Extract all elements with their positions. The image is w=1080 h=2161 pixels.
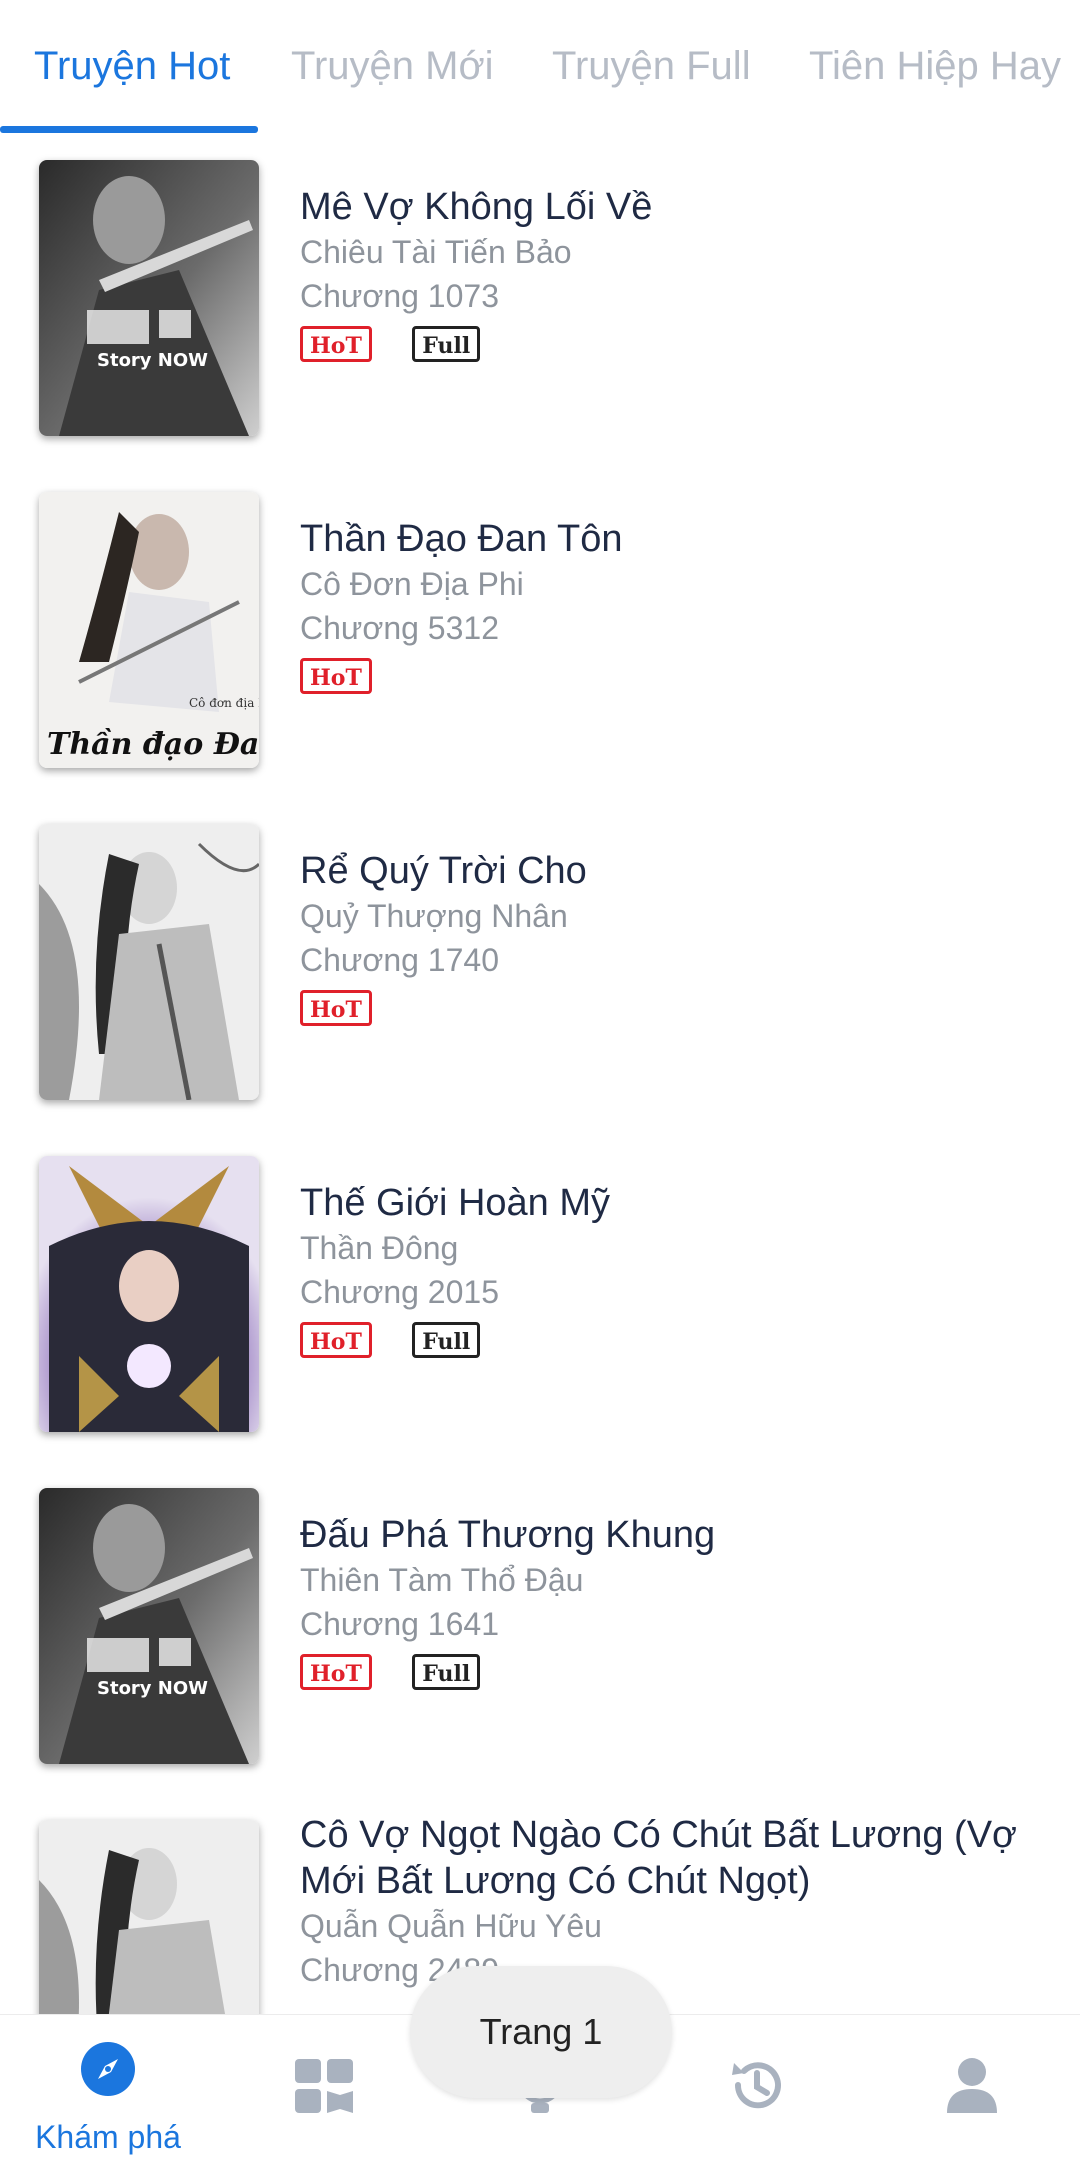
story-cover: [39, 824, 259, 1100]
hot-badge: HoT: [300, 1322, 372, 1358]
story-cover: [39, 1820, 259, 2014]
nav-explore-label: Khám phá: [35, 2119, 181, 2155]
story-cover: [39, 1156, 259, 1432]
story-author: Quỷ Thượng Nhân: [300, 898, 568, 934]
tab-tien-hiep-hay[interactable]: Tiên Hiệp Hay: [809, 44, 1061, 89]
story-chapter: Chương 1073: [300, 278, 499, 314]
hot-badge: HoT: [300, 658, 372, 694]
story-info: Thế Giới Hoàn Mỹ Thần Đông Chương 2015 H…: [300, 1180, 1040, 1364]
story-item[interactable]: Thế Giới Hoàn Mỹ Thần Đông Chương 2015 H…: [0, 1130, 1080, 1462]
story-title[interactable]: Thần Đạo Đan Tôn: [300, 516, 1040, 562]
story-title[interactable]: Cô Vợ Ngọt Ngào Có Chút Bất Lương (Vợ Mớ…: [300, 1812, 1040, 1904]
history-icon: [726, 2055, 786, 2120]
story-author: Thiên Tàm Thổ Đậu: [300, 1562, 584, 1598]
full-badge: Full: [412, 1654, 481, 1690]
story-author: Thần Đông: [300, 1230, 459, 1266]
story-item[interactable]: Story NOW Đấu Phá Thương Khung Thiên Tàm…: [0, 1462, 1080, 1794]
nav-explore[interactable]: Khám phá: [0, 2015, 216, 2161]
story-title[interactable]: Rể Quý Trời Cho: [300, 848, 1040, 894]
story-list: Story NOW Mê Vợ Không Lối Về Chiêu Tài T…: [0, 134, 1080, 2014]
hot-badge: HoT: [300, 1654, 372, 1690]
story-title[interactable]: Mê Vợ Không Lối Về: [300, 184, 1040, 230]
story-chapter: Chương 2015: [300, 1274, 499, 1310]
story-chapter: Chương 1641: [300, 1606, 499, 1642]
cover-text: Story NOW: [97, 350, 208, 371]
story-cover: Cô đơn địa Phi Thần đạo Đan tôn: [39, 492, 259, 768]
story-info: Cô Vợ Ngọt Ngào Có Chút Bất Lương (Vợ Mớ…: [300, 1812, 1040, 1992]
story-chapter: Chương 5312: [300, 610, 499, 646]
story-author: Cô Đơn Địa Phi: [300, 566, 524, 602]
story-chapter: Chương 1740: [300, 942, 499, 978]
story-chapter: Chương 2489: [300, 1952, 499, 1988]
story-info: Rể Quý Trời Cho Quỷ Thượng Nhân Chương 1…: [300, 848, 1040, 1032]
story-item[interactable]: Rể Quý Trời Cho Quỷ Thượng Nhân Chương 1…: [0, 798, 1080, 1130]
story-info: Mê Vợ Không Lối Về Chiêu Tài Tiến Bảo Ch…: [300, 184, 1040, 368]
story-info: Đấu Phá Thương Khung Thiên Tàm Thổ Đậu C…: [300, 1512, 1040, 1696]
cover-text: Story NOW: [97, 1678, 208, 1699]
story-item[interactable]: Story NOW Mê Vợ Không Lối Về Chiêu Tài T…: [0, 134, 1080, 466]
nav-library[interactable]: [216, 2015, 432, 2161]
active-tab-indicator: [0, 126, 258, 133]
story-author: Quẫn Quẫn Hữu Yêu: [300, 1908, 602, 1944]
hot-badge: HoT: [300, 990, 372, 1026]
story-title[interactable]: Đấu Phá Thương Khung: [300, 1512, 1040, 1558]
page-toast: Trang 1: [410, 1966, 672, 2098]
story-cover: Story NOW: [39, 160, 259, 436]
story-title[interactable]: Thế Giới Hoàn Mỹ: [300, 1180, 1040, 1226]
hot-badge: HoT: [300, 326, 372, 362]
cover-text: Thần đạo Đan tôn: [47, 727, 259, 762]
story-cover: Story NOW: [39, 1488, 259, 1764]
story-author: Chiêu Tài Tiến Bảo: [300, 234, 572, 270]
nav-history[interactable]: [648, 2015, 864, 2161]
full-badge: Full: [412, 326, 481, 362]
story-item[interactable]: Cô đơn địa Phi Thần đạo Đan tôn Thần Đạo…: [0, 466, 1080, 798]
tab-truyen-hot[interactable]: Truyện Hot: [34, 44, 230, 89]
tab-truyen-moi[interactable]: Truyện Mới: [291, 44, 494, 89]
category-tabs: Truyện Hot Truyện Mới Truyện Full Tiên H…: [0, 0, 1080, 134]
user-icon: [945, 2057, 999, 2118]
library-icon: [295, 2059, 353, 2118]
tab-truyen-full[interactable]: Truyện Full: [552, 44, 751, 89]
full-badge: Full: [412, 1322, 481, 1358]
nav-account[interactable]: [864, 2015, 1080, 2161]
compass-icon: [80, 2041, 136, 2102]
cover-author-text: Cô đơn địa Phi: [189, 696, 259, 710]
story-info: Thần Đạo Đan Tôn Cô Đơn Địa Phi Chương 5…: [300, 516, 1040, 700]
